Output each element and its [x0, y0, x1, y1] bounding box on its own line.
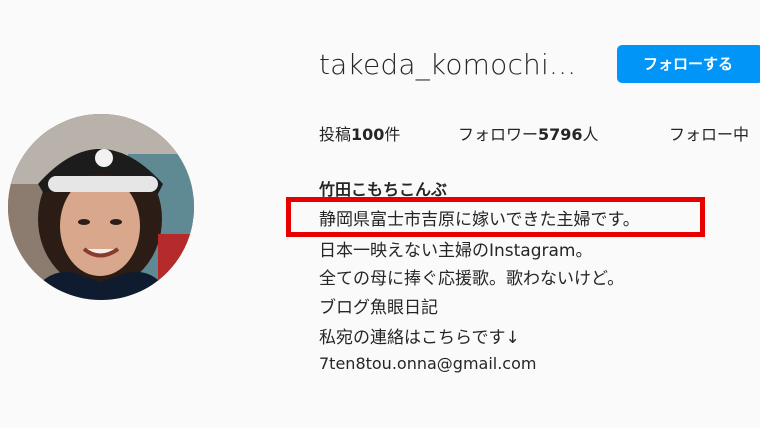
bio-line: 全ての母に捧ぐ応援歌。歌わないけど。: [319, 269, 625, 289]
bio-email[interactable]: 7ten8tou.onna@gmail.com: [319, 354, 536, 373]
bio-line: 静岡県富士市吉原に嫁いできた主婦です。: [319, 210, 640, 230]
avatar-photo: [8, 114, 194, 300]
bio-line: ブログ魚眼日記: [319, 298, 438, 318]
profile-display-name: 竹田こもちこんぶ: [319, 180, 448, 199]
stat-posts-label: 投稿: [319, 125, 352, 144]
instagram-profile-header: takeda_komochi... フォローする 投稿100件 フォロワー579…: [0, 0, 760, 428]
stat-followers-count: 5796: [538, 125, 583, 144]
bio-line: 私宛の連絡はこちらです↓: [319, 328, 520, 348]
stat-posts-unit: 件: [384, 125, 401, 144]
follow-button[interactable]: フォローする: [617, 45, 760, 83]
stat-followers-label: フォロワー: [458, 125, 539, 144]
stat-posts-count: 100: [351, 125, 385, 144]
avatar[interactable]: [8, 114, 194, 300]
stat-followers-unit: 人: [582, 125, 599, 144]
bio-line: 日本一映えない主婦のInstagram。: [319, 241, 593, 261]
stat-followers[interactable]: フォロワー5796人: [458, 121, 599, 145]
stat-following[interactable]: フォロー中: [669, 121, 749, 145]
profile-username: takeda_komochi...: [319, 48, 577, 81]
stat-posts: 投稿100件: [319, 121, 400, 145]
